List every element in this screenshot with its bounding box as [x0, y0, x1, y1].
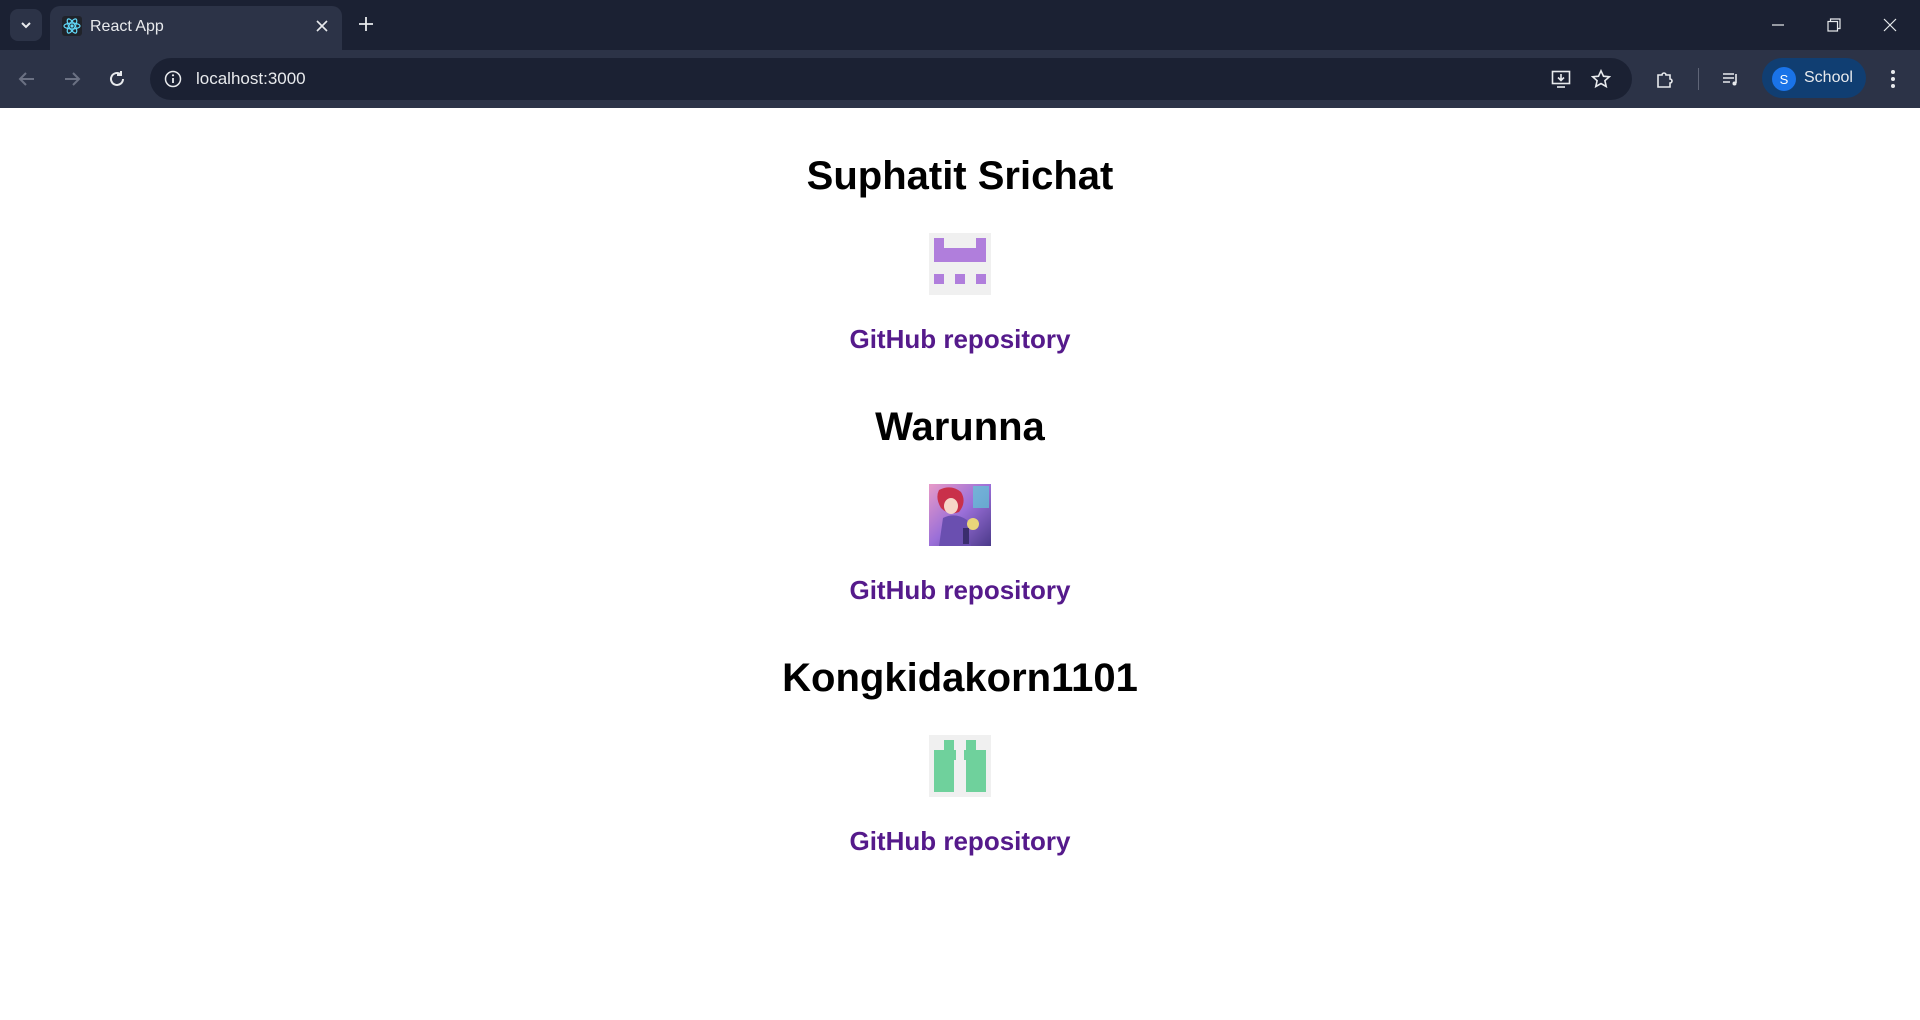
user-avatar [929, 484, 991, 546]
green-identicon [929, 735, 991, 797]
github-repository-link[interactable]: GitHub repository [849, 574, 1070, 606]
reload-icon [110, 71, 124, 86]
close-icon [316, 20, 328, 32]
site-info-button[interactable] [160, 66, 186, 92]
browser-toolbar: localhost:3000 S School [0, 50, 1920, 108]
restore-button[interactable] [1806, 0, 1862, 50]
close-icon [1883, 18, 1897, 32]
user-card: Kongkidakorn1101 GitHub repository [0, 654, 1920, 857]
media-controls-button[interactable] [1714, 62, 1748, 96]
tab-close-button[interactable] [312, 16, 332, 36]
github-repository-link[interactable]: GitHub repository [849, 323, 1070, 355]
forward-button[interactable] [55, 62, 89, 96]
browser-menu-button[interactable] [1876, 62, 1910, 96]
install-app-button[interactable] [1548, 66, 1574, 92]
minimize-icon [1772, 24, 1784, 26]
install-icon [1551, 70, 1571, 88]
github-repository-link[interactable]: GitHub repository [849, 825, 1070, 857]
arrow-left-icon [18, 72, 34, 86]
puzzle-icon [1657, 72, 1673, 88]
profile-avatar: S [1772, 67, 1796, 91]
arrow-right-icon [65, 72, 81, 86]
plus-icon [359, 17, 373, 31]
close-window-button[interactable] [1862, 0, 1918, 50]
browser-titlebar: React App [0, 0, 1920, 50]
address-bar[interactable]: localhost:3000 [150, 58, 1632, 100]
media-queue-icon [1723, 73, 1737, 86]
new-tab-button[interactable] [352, 10, 380, 38]
user-avatar [929, 735, 991, 797]
profile-button[interactable]: S School [1762, 58, 1866, 98]
tab-title: React App [90, 18, 164, 35]
browser-tab[interactable]: React App [50, 6, 342, 50]
chevron-down-icon [21, 22, 31, 29]
info-icon [164, 70, 182, 88]
purple-identicon [929, 233, 991, 295]
user-name: Warunna [875, 405, 1045, 449]
anime-character-avatar [929, 484, 991, 546]
restore-icon [1827, 18, 1841, 32]
tab-search-button[interactable] [10, 9, 42, 41]
back-button[interactable] [10, 62, 44, 96]
user-avatar [929, 233, 991, 295]
star-icon [1591, 69, 1611, 89]
user-name: Kongkidakorn1101 [782, 656, 1138, 700]
profile-name: School [1804, 69, 1853, 86]
user-card: Suphatit Srichat GitHub repository [0, 152, 1920, 355]
minimize-button[interactable] [1750, 0, 1806, 50]
react-logo-icon [62, 16, 82, 36]
reload-button[interactable] [100, 62, 134, 96]
more-vertical-icon [1891, 70, 1895, 88]
url-text[interactable]: localhost:3000 [196, 69, 306, 89]
user-name: Suphatit Srichat [806, 154, 1114, 198]
user-card: Warunna GitHub repository [0, 403, 1920, 606]
extensions-button[interactable] [1648, 62, 1682, 96]
page-content: Suphatit Srichat GitHub repository Warun… [0, 108, 1920, 1020]
toolbar-separator [1698, 68, 1699, 90]
bookmark-button[interactable] [1588, 66, 1614, 92]
